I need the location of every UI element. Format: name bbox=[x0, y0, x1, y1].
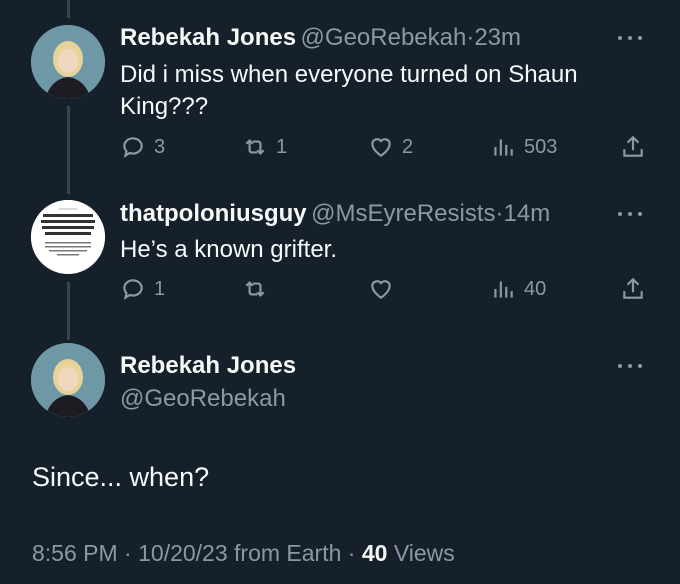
tweet-text: Since... when? bbox=[32, 462, 210, 492]
reply-count: 3 bbox=[154, 135, 166, 158]
views-button[interactable]: 40 bbox=[490, 276, 546, 302]
views-chart-icon bbox=[494, 281, 513, 298]
retweet-icon bbox=[245, 138, 265, 156]
avatar[interactable] bbox=[31, 25, 105, 99]
avatar[interactable] bbox=[31, 200, 105, 274]
handle[interactable]: @MsEyreResists bbox=[311, 200, 495, 227]
like-button[interactable] bbox=[368, 276, 394, 302]
tweet-meta: 8:56 PM · 10/20/23 from Earth · 40 Views bbox=[32, 540, 455, 567]
reply-button[interactable]: 3 bbox=[120, 134, 165, 160]
retweet-count: 1 bbox=[276, 135, 288, 158]
share-button[interactable] bbox=[620, 276, 646, 302]
more-options-icon[interactable] bbox=[618, 364, 642, 372]
share-button[interactable] bbox=[620, 134, 646, 160]
display-name[interactable]: Rebekah Jones bbox=[120, 352, 296, 380]
views-count: 40 bbox=[361, 540, 388, 566]
separator: · bbox=[124, 540, 132, 566]
handle[interactable]: @GeoRebekah bbox=[120, 385, 286, 413]
display-name[interactable]: thatpoloniusguy bbox=[120, 200, 307, 227]
separator: · bbox=[347, 540, 356, 566]
thread-line-1 bbox=[67, 106, 70, 194]
retweet-button[interactable] bbox=[242, 276, 268, 302]
more-options-icon[interactable] bbox=[618, 36, 642, 44]
reply-icon bbox=[123, 279, 143, 300]
tweet-actions: 1 40 bbox=[120, 276, 650, 306]
thread-line-2 bbox=[67, 282, 70, 340]
like-count: 2 bbox=[402, 135, 414, 158]
retweet-button[interactable]: 1 bbox=[242, 134, 287, 160]
share-icon bbox=[623, 135, 643, 157]
views-label: Views bbox=[393, 540, 455, 566]
magazine-cover-icon bbox=[31, 200, 105, 274]
avatar-photo-icon bbox=[31, 343, 105, 417]
timestamp[interactable]: 14m bbox=[504, 200, 551, 227]
tweet-text: He’s a known grifter. bbox=[120, 236, 337, 263]
retweet-icon bbox=[245, 280, 265, 298]
thread-line-top bbox=[67, 0, 70, 18]
tweet-text: Did i miss when everyone turned on Shaun… bbox=[120, 61, 578, 120]
like-button[interactable]: 2 bbox=[368, 134, 413, 160]
display-name[interactable]: Rebekah Jones bbox=[120, 24, 296, 51]
heart-icon bbox=[371, 280, 391, 299]
tweet-header: thatpoloniusguy @MsEyreResists·14m bbox=[120, 200, 550, 228]
reply-button[interactable]: 1 bbox=[120, 276, 165, 302]
tweet-header: Rebekah Jones @GeoRebekah·23m bbox=[120, 24, 521, 52]
avatar-photo-icon bbox=[31, 25, 105, 99]
view-count: 40 bbox=[524, 277, 547, 300]
handle[interactable]: @GeoRebekah bbox=[301, 24, 467, 51]
avatar[interactable] bbox=[31, 343, 105, 417]
heart-icon bbox=[371, 138, 391, 157]
reply-count: 1 bbox=[154, 277, 166, 300]
tweet-time[interactable]: 8:56 PM bbox=[32, 540, 118, 566]
views-chart-icon bbox=[494, 139, 513, 156]
tweet-date[interactable]: 10/20/23 bbox=[138, 540, 228, 566]
timestamp[interactable]: 23m bbox=[474, 24, 521, 51]
reply-icon bbox=[123, 137, 143, 158]
views-button[interactable]: 503 bbox=[490, 134, 557, 160]
more-options-icon[interactable] bbox=[618, 212, 642, 220]
tweet-actions: 3 1 2 503 bbox=[120, 134, 650, 164]
tweet-source: from Earth bbox=[234, 540, 342, 566]
view-count: 503 bbox=[524, 135, 558, 158]
separator: · bbox=[495, 200, 504, 227]
share-icon bbox=[623, 277, 643, 299]
